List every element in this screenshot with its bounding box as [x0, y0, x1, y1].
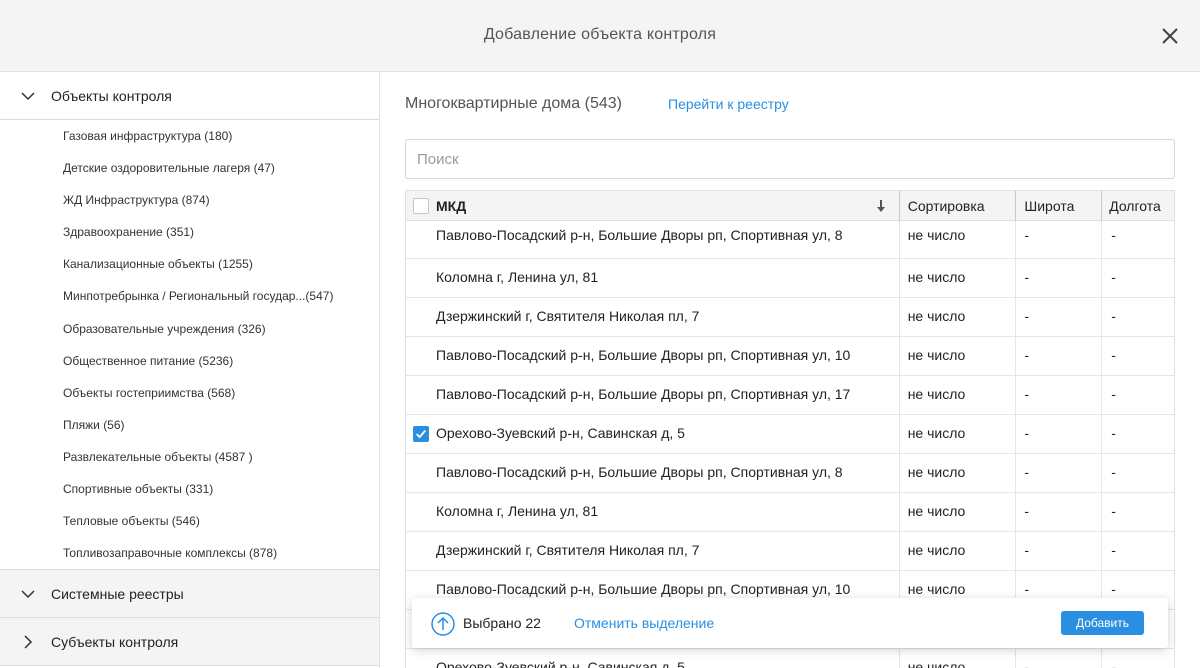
section-label: Системные реестры — [51, 585, 184, 602]
cell-longitude: - — [1111, 227, 1116, 243]
sidebar-section-control-objects[interactable]: Объекты контроля — [0, 72, 379, 120]
sidebar-subitem[interactable]: Развлекательные объекты (4587 ) — [0, 441, 379, 473]
chevron-down-icon — [21, 590, 35, 599]
sidebar-subitem[interactable]: Объекты гостеприимства (568) — [0, 377, 379, 409]
cell-address: Павлово-Посадский р-н, Большие Дворы рп,… — [406, 337, 900, 375]
cell-longitude: - — [1111, 308, 1116, 324]
add-button[interactable]: Добавить — [1061, 611, 1144, 635]
chevron-down-icon — [21, 92, 35, 101]
sidebar-subitem[interactable]: Тепловые объекты (546) — [0, 505, 379, 537]
column-header-mkd[interactable]: МКД — [406, 191, 900, 221]
page-title: Многоквартирные дома (543) — [405, 95, 622, 112]
table-row[interactable]: Павлово-Посадский р-н, Большие Дворы рп,… — [406, 221, 1174, 259]
sidebar-subitem[interactable]: Газовая инфраструктура (180) — [0, 120, 379, 152]
cell-sort: не число — [900, 649, 1017, 668]
cell-address: Дзержинский г, Святителя Николая пл, 7 — [406, 298, 900, 336]
cell-sort: не число — [900, 415, 1017, 453]
cell-address: Дзержинский г, Святителя Николая пл, 7 — [406, 532, 900, 570]
cell-longitude: - — [1111, 269, 1116, 285]
sidebar-section-system-registries[interactable]: Системные реестры — [0, 570, 379, 619]
cell-address: Коломна г, Ленина ул, 81 — [406, 493, 900, 531]
cell-sort: не число — [900, 493, 1017, 531]
sidebar-section-control-subjects[interactable]: Субъекты контроля — [0, 618, 379, 667]
cell-longitude: - — [1111, 386, 1116, 402]
sidebar-subitem[interactable]: Топливозаправочные комплексы (878) — [0, 537, 379, 569]
cell-longitude: - — [1111, 503, 1116, 519]
cell-sort: не число — [900, 376, 1017, 414]
section-label: Объекты контроля — [51, 87, 172, 104]
cell-latitude: - — [1016, 415, 1103, 453]
cell-address: Павлово-Посадский р-н, Большие Дворы рп,… — [406, 376, 900, 414]
cell-sort: не число — [900, 532, 1017, 570]
column-header-latitude[interactable]: Широта — [1016, 191, 1103, 221]
cell-address: Павлово-Посадский р-н, Большие Дворы рп,… — [406, 454, 900, 492]
table-header: МКД Сортировка Широта Долгота — [406, 191, 1174, 221]
cell-address: Орехово-Зуевский р-н, Савинская д, 5 — [406, 649, 900, 668]
cell-longitude: - — [1111, 464, 1116, 480]
sidebar-subitem[interactable]: Пляжи (56) — [0, 409, 379, 441]
cell-latitude: - — [1016, 376, 1103, 414]
column-header-longitude[interactable]: Долгота — [1102, 191, 1174, 221]
cell-longitude: - — [1111, 542, 1116, 558]
close-icon[interactable] — [1158, 24, 1182, 48]
cell-sort: не число — [900, 454, 1017, 492]
cell-sort: не число — [900, 337, 1017, 375]
chevron-right-icon — [24, 635, 33, 649]
cell-latitude: - — [1016, 649, 1103, 668]
go-to-registry-link[interactable]: Перейти к реестру — [668, 96, 789, 112]
selected-count: Выбрано 22 — [463, 615, 541, 631]
sidebar-subitem[interactable]: Канализационные объекты (1255) — [0, 248, 379, 280]
cell-latitude: - — [1016, 259, 1103, 297]
search-input[interactable] — [405, 139, 1175, 179]
sidebar-subitem[interactable]: Минпотребрынка / Региональный государ...… — [0, 280, 379, 312]
table-row[interactable]: Павлово-Посадский р-н, Большие Дворы рп,… — [406, 454, 1174, 493]
cell-latitude: - — [1016, 337, 1103, 375]
table-row[interactable]: Коломна г, Ленина ул, 81 не число - - — [406, 493, 1174, 532]
cancel-selection-link[interactable]: Отменить выделение — [574, 615, 714, 631]
sidebar-subitem[interactable]: Образовательные учреждения (326) — [0, 313, 379, 345]
sidebar-subitems: Газовая инфраструктура (180) Детские оздо… — [0, 120, 379, 571]
cell-sort: не число — [900, 221, 1017, 258]
column-label: МКД — [436, 198, 467, 214]
table-row[interactable]: Дзержинский г, Святителя Николая пл, 7 не… — [406, 532, 1174, 571]
table-row[interactable]: Дзержинский г, Святителя Николая пл, 7 не… — [406, 298, 1174, 337]
sort-arrow-down-icon[interactable] — [875, 199, 887, 213]
table-row[interactable]: Павлово-Посадский р-н, Большие Дворы рп,… — [406, 337, 1174, 376]
cell-longitude: - — [1111, 425, 1116, 441]
scroll-up-icon[interactable] — [431, 612, 455, 636]
cell-latitude: - — [1016, 298, 1103, 336]
sidebar-subitem[interactable]: Спортивные объекты (331) — [0, 473, 379, 505]
dialog-title: Добавление объекта контроля — [483, 26, 717, 43]
objects-table: МКД Сортировка Широта Долгота Павлово-По… — [405, 190, 1175, 668]
cell-sort: не число — [900, 298, 1017, 336]
section-label: Субъекты контроля — [51, 633, 179, 650]
cell-latitude: - — [1016, 532, 1103, 570]
table-row[interactable]: Орехово-Зуевский р-н, Савинская д, 5 не ч… — [406, 415, 1174, 454]
table-row[interactable]: Павлово-Посадский р-н, Большие Дворы рп,… — [406, 376, 1174, 415]
sidebar-subitem[interactable]: Детские оздоровительные лагеря (47) — [0, 152, 379, 184]
sidebar-subitem[interactable]: Здравоохранение (351) — [0, 216, 379, 248]
table-row[interactable]: Орехово-Зуевский р-н, Савинская д, 5 не ч… — [406, 649, 1174, 668]
dialog-header: Добавление объекта контроля — [0, 0, 1200, 72]
sidebar: Объекты контроля Газовая инфраструктура … — [0, 72, 380, 668]
cell-longitude: - — [1111, 347, 1116, 363]
cell-latitude: - — [1016, 221, 1103, 258]
cell-sort: не число — [900, 259, 1017, 297]
cell-latitude: - — [1016, 493, 1103, 531]
sidebar-subitem[interactable]: ЖД Инфраструктура (874) — [0, 184, 379, 216]
cell-address: Орехово-Зуевский р-н, Савинская д, 5 — [406, 415, 900, 453]
sidebar-subitem[interactable]: Общественное питание (5236) — [0, 345, 379, 377]
main-panel: Многоквартирные дома (543) Перейти к рее… — [380, 72, 1200, 668]
column-header-sort[interactable]: Сортировка — [900, 191, 1017, 221]
cell-longitude: - — [1111, 659, 1116, 668]
cell-address: Коломна г, Ленина ул, 81 — [406, 259, 900, 297]
cell-latitude: - — [1016, 454, 1103, 492]
selection-bar: Выбрано 22 Отменить выделение Добавить — [412, 598, 1168, 648]
cell-address: Павлово-Посадский р-н, Большие Дворы рп,… — [406, 221, 900, 258]
row-checkbox[interactable] — [413, 426, 429, 442]
table-row[interactable]: Коломна г, Ленина ул, 81 не число - - — [406, 259, 1174, 298]
checkmark-icon — [416, 429, 427, 439]
